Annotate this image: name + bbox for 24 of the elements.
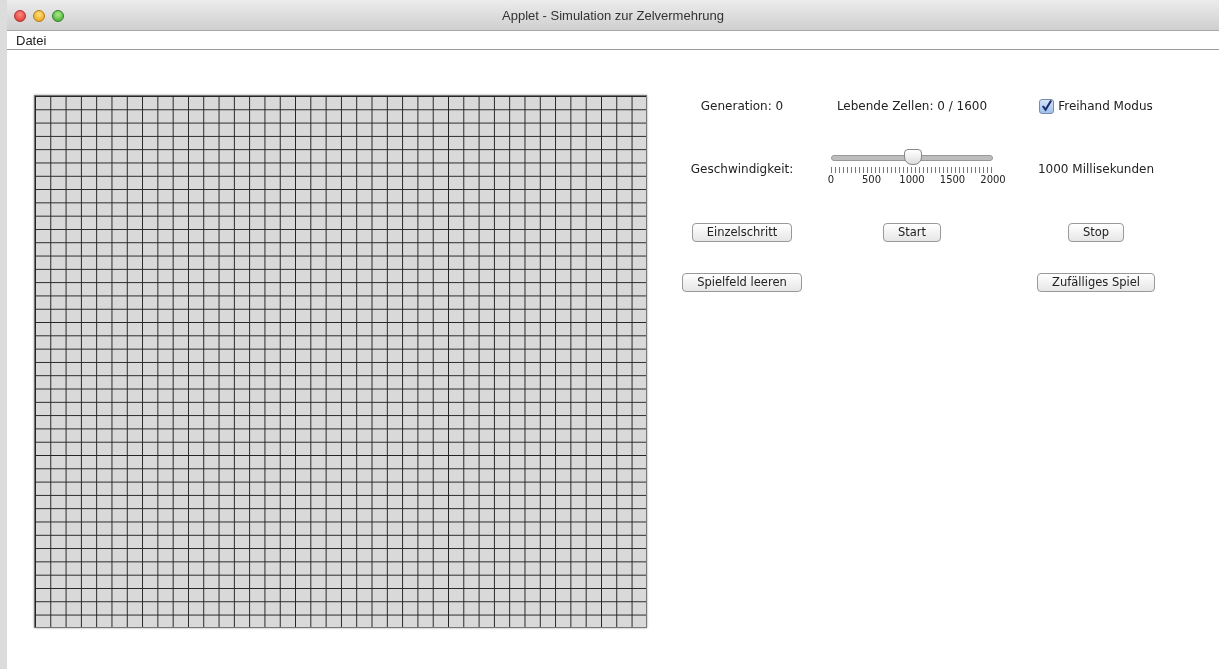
speed-slider[interactable] — [831, 149, 993, 165]
tick-label: 2000 — [980, 174, 1006, 185]
zoom-icon[interactable] — [52, 10, 64, 22]
step-button[interactable]: Einzelschritt — [691, 222, 793, 242]
tick-label: 500 — [861, 174, 882, 185]
stop-button[interactable]: Stop — [1067, 222, 1125, 242]
minimize-icon[interactable] — [33, 10, 45, 22]
living-cells-label: Lebende Zellen: 0 / 1600 — [836, 99, 988, 113]
tick-label: 1000 — [899, 174, 925, 185]
checkmark-icon — [1040, 99, 1054, 113]
speed-label: Geschwindigkeit: — [690, 162, 794, 176]
tick-label: 0 — [827, 174, 835, 185]
generation-label: Generation: 0 — [700, 99, 784, 113]
freehand-checkbox[interactable]: Freihand Modus — [1039, 98, 1153, 114]
menu-item[interactable]: Datei — [16, 32, 47, 48]
tick-label: 1500 — [939, 174, 966, 185]
slider-thumb[interactable] — [904, 149, 922, 165]
random-button[interactable]: Zufälliges Spiel — [1037, 272, 1155, 292]
start-button[interactable]: Start — [882, 222, 942, 242]
cell-grid[interactable] — [34, 95, 647, 628]
clear-button[interactable]: Spielfeld leeren — [682, 272, 802, 292]
speed-reading: 1000 Millisekunden — [1037, 162, 1155, 176]
window-title: Applet - Simulation zur Zelvermehrung — [502, 7, 724, 23]
close-icon[interactable] — [14, 10, 26, 22]
